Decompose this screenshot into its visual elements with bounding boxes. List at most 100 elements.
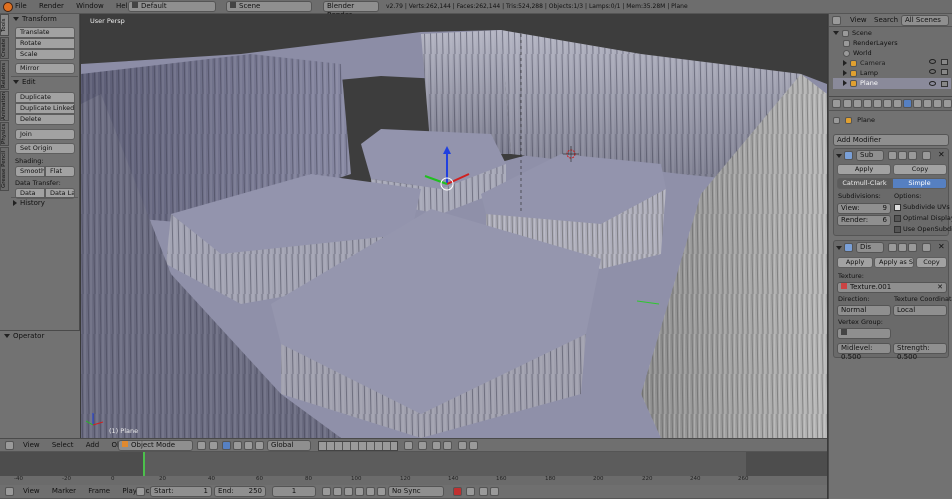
show-in-render-icon[interactable] bbox=[908, 243, 917, 252]
layer-buttons[interactable] bbox=[318, 441, 398, 451]
layout-selector[interactable]: Default bbox=[128, 1, 216, 12]
move-up-icon[interactable] bbox=[922, 151, 931, 160]
menu-window[interactable]: Window bbox=[71, 0, 109, 13]
lock-layers-icon[interactable] bbox=[404, 441, 413, 450]
apply-as-shape-key-button[interactable]: Apply as Shape Key bbox=[874, 257, 914, 268]
tab-relations[interactable]: Relations bbox=[0, 60, 9, 90]
displace-name-field[interactable]: Dis bbox=[856, 242, 884, 253]
close-icon[interactable]: ✕ bbox=[938, 242, 945, 251]
scale-button[interactable]: Scale bbox=[15, 49, 75, 60]
optimal-display-checkbox[interactable]: Optimal Display bbox=[894, 213, 952, 224]
editor-type-outliner-icon[interactable] bbox=[832, 16, 841, 25]
simple-button[interactable]: Simple bbox=[892, 178, 947, 189]
transform-panel-header[interactable]: Transform bbox=[11, 14, 78, 25]
render-camera-icon[interactable] bbox=[941, 81, 948, 87]
duplicate-button[interactable]: Duplicate bbox=[15, 92, 75, 103]
subsurf-copy-button[interactable]: Copy bbox=[893, 164, 947, 175]
history-panel-header[interactable]: History bbox=[11, 197, 78, 209]
current-frame-field[interactable]: 1 bbox=[272, 486, 316, 497]
flat-button[interactable]: Flat bbox=[45, 166, 75, 177]
interaction-mode-dropdown[interactable]: Object Mode bbox=[118, 440, 193, 451]
particles-tab-icon[interactable] bbox=[943, 99, 952, 108]
close-icon[interactable]: ✕ bbox=[937, 283, 943, 292]
smooth-button[interactable]: Smooth bbox=[15, 166, 45, 177]
snap-icon[interactable] bbox=[432, 441, 441, 450]
jump-end-icon[interactable] bbox=[377, 487, 386, 496]
outliner-display-dropdown[interactable]: All Scenes bbox=[901, 15, 949, 26]
scene-selector[interactable]: Scene bbox=[226, 1, 312, 12]
menu-render[interactable]: Render bbox=[34, 0, 69, 13]
texture-tab-icon[interactable] bbox=[933, 99, 942, 108]
tab-create[interactable]: Create bbox=[0, 37, 9, 59]
shading-mode-icon[interactable] bbox=[197, 441, 206, 450]
displace-copy-button[interactable]: Copy bbox=[916, 257, 947, 268]
menu-add[interactable]: Add bbox=[81, 439, 105, 452]
editor-type-3d-icon[interactable] bbox=[5, 441, 14, 450]
join-button[interactable]: Join bbox=[15, 129, 75, 140]
texture-selector[interactable]: Texture.001 ✕ bbox=[837, 282, 947, 293]
opengl-render-icon[interactable] bbox=[458, 441, 467, 450]
transform-orientation-dropdown[interactable]: Global bbox=[267, 440, 311, 451]
tab-animation[interactable]: Animation bbox=[0, 91, 9, 121]
collapse-icon[interactable] bbox=[836, 154, 842, 158]
visibility-eye-icon[interactable] bbox=[929, 59, 936, 64]
outliner-tab-view[interactable]: View bbox=[845, 14, 872, 27]
delete-button[interactable]: Delete bbox=[15, 114, 75, 125]
menu-frame[interactable]: Frame bbox=[83, 485, 115, 498]
visibility-eye-icon[interactable] bbox=[929, 69, 936, 74]
render-camera-icon[interactable] bbox=[941, 69, 948, 75]
render-levels-field[interactable]: Render: 6 bbox=[837, 215, 891, 226]
visibility-eye-icon[interactable] bbox=[929, 81, 936, 86]
show-in-viewport-icon[interactable] bbox=[898, 151, 907, 160]
show-in-render-icon[interactable] bbox=[908, 151, 917, 160]
scene-tab-icon[interactable] bbox=[863, 99, 872, 108]
3d-viewport[interactable]: User Persp (1) Plane bbox=[81, 14, 827, 438]
vertex-group-field[interactable] bbox=[837, 328, 891, 339]
constraints-tab-icon[interactable] bbox=[893, 99, 902, 108]
edit-panel-header[interactable]: Edit bbox=[11, 77, 78, 88]
displace-apply-button[interactable]: Apply bbox=[837, 257, 873, 268]
show-in-editmode-icon[interactable] bbox=[888, 243, 897, 252]
preview-range-icon[interactable] bbox=[136, 487, 145, 496]
start-frame-field[interactable]: Start: 1 bbox=[150, 486, 212, 497]
render-layers-tab-icon[interactable] bbox=[853, 99, 862, 108]
editor-type-timeline-icon[interactable] bbox=[5, 487, 14, 496]
object-tab-icon[interactable] bbox=[883, 99, 892, 108]
show-in-editmode-icon[interactable] bbox=[888, 151, 897, 160]
sync-mode-dropdown[interactable]: No Sync bbox=[388, 486, 444, 497]
snap-element-icon[interactable] bbox=[443, 441, 452, 450]
view-levels-field[interactable]: View: 9 bbox=[837, 203, 891, 214]
end-frame-field[interactable]: End: 250 bbox=[214, 486, 266, 497]
set-origin-button[interactable]: Set Origin bbox=[15, 143, 75, 154]
insert-keyframe-icon[interactable] bbox=[479, 487, 488, 496]
direction-dropdown[interactable]: Normal bbox=[837, 305, 891, 316]
subsurf-apply-button[interactable]: Apply bbox=[837, 164, 891, 175]
menu-view[interactable]: View bbox=[18, 439, 45, 452]
record-icon[interactable] bbox=[453, 487, 462, 496]
rotate-manipulator-icon[interactable] bbox=[244, 441, 253, 450]
menu-view[interactable]: View bbox=[18, 485, 45, 498]
tab-grease-pencil[interactable]: Grease Pencil bbox=[0, 147, 9, 191]
subsurf-name-field[interactable]: Sub bbox=[856, 150, 884, 161]
material-tab-icon[interactable] bbox=[923, 99, 932, 108]
close-icon[interactable]: ✕ bbox=[938, 150, 945, 159]
menu-select[interactable]: Select bbox=[47, 439, 79, 452]
strength-field[interactable]: Strength: 0.500 bbox=[893, 343, 947, 361]
world-tab-icon[interactable] bbox=[873, 99, 882, 108]
manipulator-toggle-icon[interactable] bbox=[222, 441, 231, 450]
add-modifier-dropdown[interactable]: Add Modifier bbox=[833, 134, 949, 146]
modifiers-tab-icon[interactable] bbox=[903, 99, 912, 108]
texture-coords-dropdown[interactable]: Local bbox=[893, 305, 947, 316]
delete-keyframe-icon[interactable] bbox=[490, 487, 499, 496]
render-camera-icon[interactable] bbox=[941, 59, 948, 65]
rotate-button[interactable]: Rotate bbox=[15, 38, 75, 49]
pivot-point-icon[interactable] bbox=[209, 441, 218, 450]
render-tab-icon[interactable] bbox=[843, 99, 852, 108]
data-tab-icon[interactable] bbox=[913, 99, 922, 108]
use-opensubdiv-checkbox[interactable]: Use OpenSubdiv bbox=[894, 224, 952, 235]
keying-set-icon[interactable] bbox=[466, 487, 475, 496]
tab-tools[interactable]: Tools bbox=[0, 14, 9, 36]
subdivide-uvs-checkbox[interactable]: Subdivide UVs bbox=[894, 202, 950, 213]
operator-panel-header[interactable]: Operator bbox=[0, 331, 80, 342]
next-keyframe-icon[interactable] bbox=[366, 487, 375, 496]
